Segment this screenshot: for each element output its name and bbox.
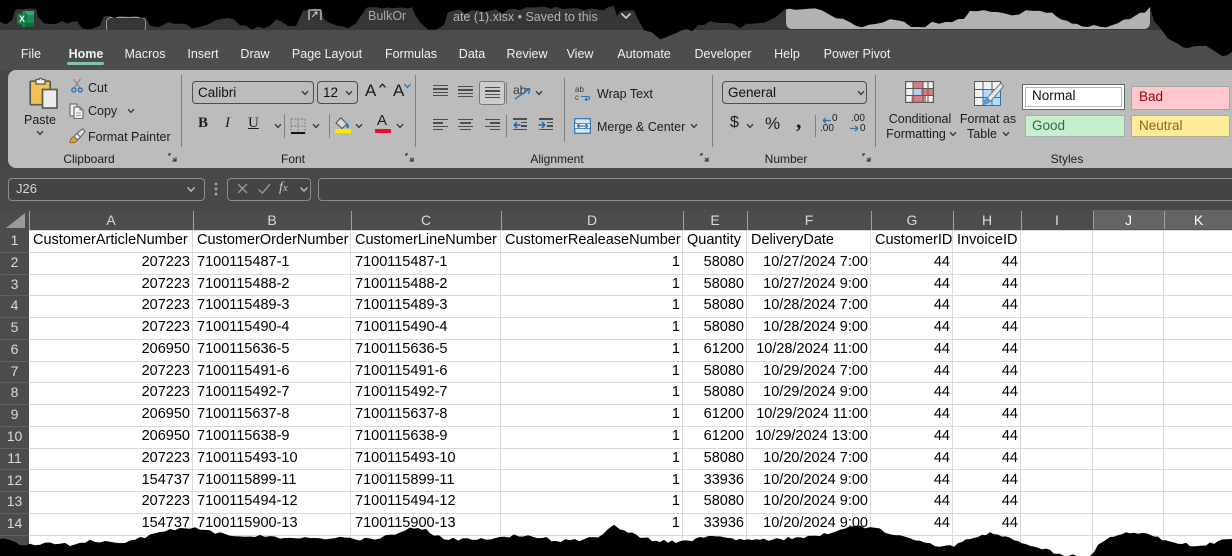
svg-text:X: X [19, 14, 25, 24]
svg-text:c: c [575, 93, 579, 101]
